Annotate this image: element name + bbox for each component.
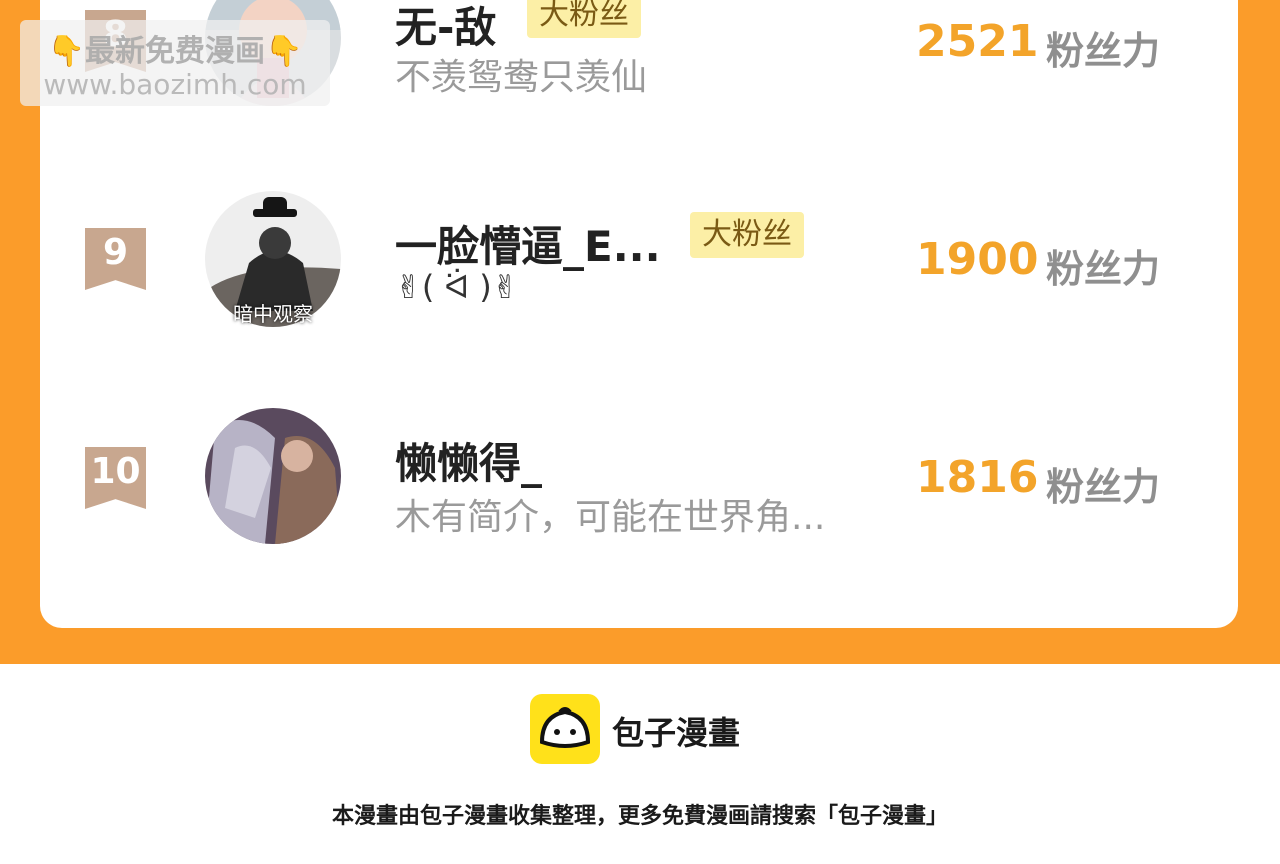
avatar-caption: 暗中观察 — [233, 302, 313, 326]
user-name[interactable]: 一脸懵逼_E... — [395, 213, 661, 274]
watermark: 👇最新免费漫画👇 www.baozimh.com — [20, 20, 330, 106]
user-name[interactable]: 懒懒得_ — [395, 430, 542, 491]
fan-level-badge: 大粉丝 — [690, 212, 804, 258]
fan-score: 2521 — [916, 16, 1039, 67]
fan-level-badge: 大粉丝 — [527, 0, 641, 38]
rank-badge: 9 — [85, 228, 146, 290]
user-bio: 不羡鸳鸯只羡仙 — [395, 57, 648, 98]
user-avatar[interactable] — [205, 408, 341, 544]
baozi-logo-icon — [530, 694, 600, 764]
watermark-url: www.baozimh.com — [43, 68, 307, 101]
watermark-title: 最新免费漫画 — [85, 34, 265, 69]
fan-score: 1816 — [916, 452, 1039, 503]
user-bio: 木有简介，可能在世界角... — [395, 497, 826, 538]
pointing-hand-icon: 👇 — [265, 34, 303, 69]
fan-score-unit: 粉丝力 — [1046, 29, 1161, 73]
footer-text: 本漫畫由包子漫畫收集整理，更多免費漫画請搜索「包子漫畫」 — [331, 804, 948, 829]
fan-score: 1900 — [916, 234, 1039, 285]
fan-score-unit: 粉丝力 — [1046, 465, 1161, 509]
ranking-row[interactable]: 9 暗中观察 一脸懵逼_E... 大粉丝 ✌( ᐛ )✌ 1900 粉丝力 — [40, 180, 1238, 330]
fan-score-unit: 粉丝力 — [1046, 247, 1161, 291]
user-bio: ✌( ᐛ )✌ — [395, 268, 519, 306]
user-name[interactable]: 无-敌 — [395, 0, 496, 55]
rank-badge: 10 — [85, 447, 146, 509]
ranking-row[interactable]: 10 懒懒得_ 木有简介，可能在世界角... 1816 粉丝力 — [40, 400, 1238, 550]
pointing-hand-icon: 👇 — [47, 34, 85, 69]
brand-name: 包子漫畫 — [612, 714, 741, 752]
